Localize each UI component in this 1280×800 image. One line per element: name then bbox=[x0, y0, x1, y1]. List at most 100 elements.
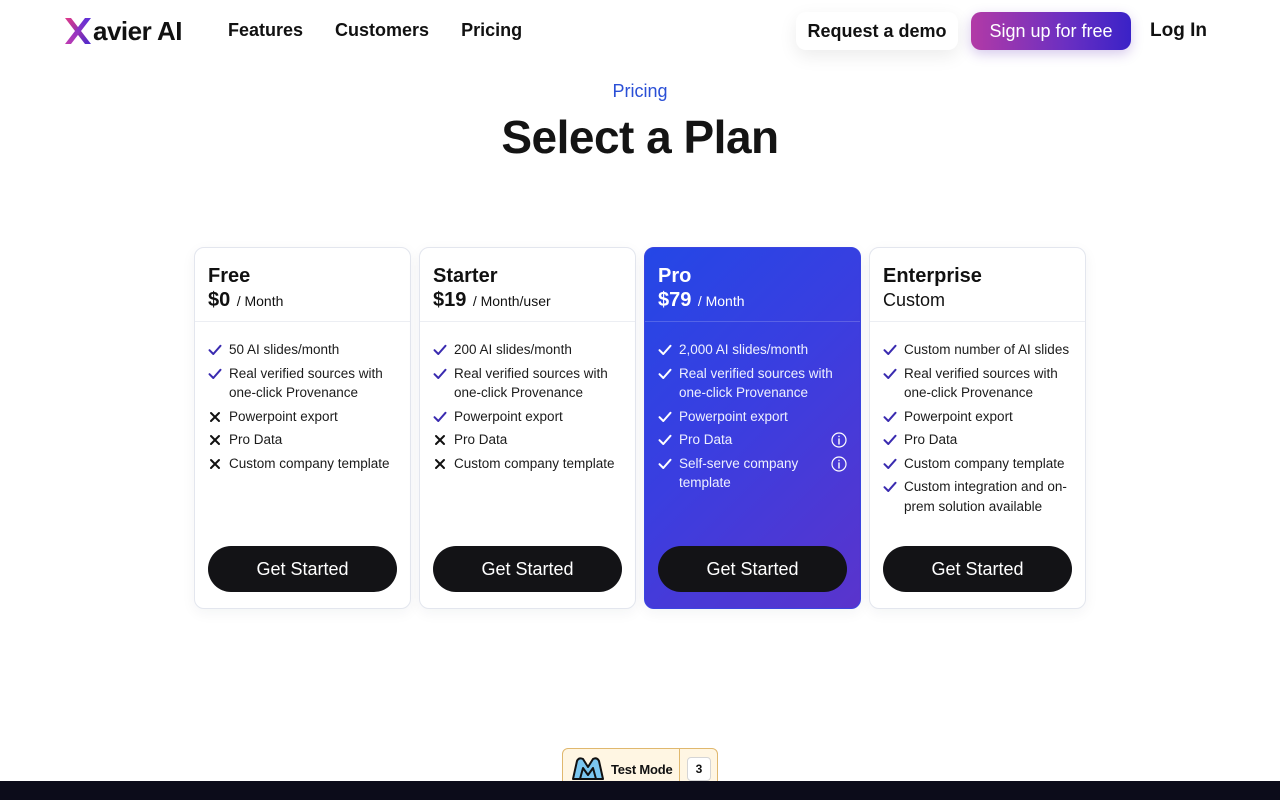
feature-text: 200 AI slides/month bbox=[454, 342, 572, 357]
feature-item: Pro Data bbox=[208, 430, 397, 450]
logo[interactable]: avier AI bbox=[64, 14, 182, 48]
feature-item: Powerpoint export bbox=[658, 407, 847, 427]
section-eyebrow: Pricing bbox=[612, 81, 668, 101]
feature-item: Custom company template bbox=[433, 454, 622, 474]
request-demo-button[interactable]: Request a demo bbox=[796, 12, 958, 50]
feature-item: Real verified sources with one-click Pro… bbox=[883, 364, 1072, 403]
feature-list: 200 AI slides/month Real verified sources… bbox=[420, 322, 635, 473]
mascot-logo-icon bbox=[572, 757, 604, 780]
page-title: Select a Plan bbox=[501, 111, 779, 163]
feature-item: Custom company template bbox=[883, 454, 1072, 474]
feature-text: Pro Data bbox=[904, 432, 958, 447]
price-amount: $0 bbox=[208, 289, 231, 311]
check-icon bbox=[658, 368, 672, 379]
feature-item: Pro Data bbox=[433, 430, 622, 450]
check-icon bbox=[883, 481, 897, 492]
feature-text: Powerpoint export bbox=[229, 408, 338, 424]
plan-card-header: Enterprise Custom bbox=[870, 248, 1085, 322]
plan-card-pro: Pro $79 / Month 2,000 AI slides/month Rea… bbox=[644, 247, 861, 609]
plan-card-header: Pro $79 / Month bbox=[645, 248, 860, 322]
price-unit: / Month/user bbox=[472, 293, 551, 309]
get-started-button[interactable]: Get Started bbox=[208, 546, 397, 592]
check-icon bbox=[883, 434, 897, 445]
feature-text: Powerpoint export bbox=[679, 408, 788, 424]
top-nav: avier AI Features Customers Pricing Requ… bbox=[0, 0, 1280, 64]
feature-text: Custom company template bbox=[454, 455, 615, 471]
plan-name: Free bbox=[208, 265, 251, 287]
plan-card-header: Starter $19 / Month/user bbox=[420, 248, 635, 322]
feature-text: Pro Data bbox=[229, 432, 283, 447]
price-unit: / Month bbox=[697, 293, 745, 309]
plan-price: $19 / Month/user bbox=[433, 288, 622, 314]
check-icon bbox=[883, 344, 897, 355]
price-custom: Custom bbox=[883, 290, 946, 310]
check-icon bbox=[433, 411, 447, 422]
price-amount: $19 bbox=[433, 289, 467, 311]
plan-price: Custom bbox=[883, 288, 1072, 314]
feature-item: Pro Data bbox=[883, 430, 1072, 450]
plan-name: Starter bbox=[433, 265, 498, 287]
feature-item: Self-serve company template bbox=[658, 454, 847, 493]
feature-text: Powerpoint export bbox=[904, 408, 1013, 424]
feature-text: Self-serve company template bbox=[679, 455, 799, 491]
price-unit: / Month bbox=[236, 293, 284, 309]
nav-link-customers[interactable]: Customers bbox=[335, 20, 429, 41]
cross-icon bbox=[210, 435, 220, 445]
feature-text: Pro Data bbox=[454, 432, 508, 447]
price-amount: $79 bbox=[658, 289, 692, 311]
check-icon bbox=[208, 368, 222, 379]
cross-icon bbox=[435, 458, 445, 469]
check-icon bbox=[658, 434, 672, 445]
feature-list: 50 AI slides/month Real verified sources … bbox=[195, 322, 410, 473]
info-icon[interactable] bbox=[831, 432, 847, 448]
feature-item: Powerpoint export bbox=[883, 407, 1072, 427]
feature-item: 200 AI slides/month bbox=[433, 340, 622, 360]
feature-text: 2,000 AI slides/month bbox=[679, 342, 809, 357]
plan-name: Enterprise bbox=[883, 265, 982, 287]
plan-card-free: Free $0 / Month 50 AI slides/month Real v… bbox=[194, 247, 411, 609]
get-started-button[interactable]: Get Started bbox=[433, 546, 622, 592]
feature-text: Real verified sources with one-click Pro… bbox=[229, 365, 383, 401]
feature-item: Custom company template bbox=[208, 454, 397, 474]
sign-up-button[interactable]: Sign up for free bbox=[971, 12, 1131, 50]
feature-item: Custom number of AI slides bbox=[883, 340, 1072, 360]
plan-card-starter: Starter $19 / Month/user 200 AI slides/m… bbox=[419, 247, 636, 609]
plan-card-enterprise: Enterprise Custom Custom number of AI sl… bbox=[869, 247, 1086, 609]
feature-text: Custom company template bbox=[904, 455, 1065, 471]
feature-text: Pro Data bbox=[679, 432, 733, 447]
plan-card-header: Free $0 / Month bbox=[195, 248, 410, 322]
logo-text: avier AI bbox=[93, 15, 182, 46]
check-icon bbox=[433, 344, 447, 355]
test-mode-count[interactable]: 3 bbox=[687, 757, 711, 781]
check-icon bbox=[883, 411, 897, 422]
check-icon bbox=[658, 458, 672, 469]
check-icon bbox=[658, 344, 672, 355]
cross-icon bbox=[210, 411, 220, 422]
footer-strip bbox=[0, 781, 1280, 800]
nav-link-features[interactable]: Features bbox=[228, 20, 303, 41]
info-icon[interactable] bbox=[831, 455, 847, 472]
feature-item: 2,000 AI slides/month bbox=[658, 340, 847, 360]
cross-icon bbox=[435, 435, 445, 445]
feature-text: Real verified sources with one-click Pro… bbox=[904, 365, 1058, 401]
get-started-button[interactable]: Get Started bbox=[883, 546, 1072, 592]
feature-item: Pro Data bbox=[658, 430, 847, 450]
nav-links: Features Customers Pricing bbox=[228, 20, 522, 41]
log-in-link[interactable]: Log In bbox=[1150, 20, 1207, 42]
feature-list: 2,000 AI slides/month Real verified sourc… bbox=[645, 322, 860, 493]
pricing-cards: Free $0 / Month 50 AI slides/month Real v… bbox=[194, 247, 1086, 609]
check-icon bbox=[208, 344, 222, 355]
get-started-button[interactable]: Get Started bbox=[658, 546, 847, 592]
check-icon bbox=[433, 368, 447, 379]
plan-name: Pro bbox=[658, 265, 692, 287]
check-icon bbox=[883, 458, 897, 469]
feature-list: Custom number of AI slides Real verified … bbox=[870, 322, 1085, 516]
plan-price: $0 / Month bbox=[208, 288, 397, 314]
feature-text: Real verified sources with one-click Pro… bbox=[454, 365, 608, 401]
nav-link-pricing[interactable]: Pricing bbox=[461, 20, 522, 41]
feature-item: Powerpoint export bbox=[208, 407, 397, 427]
check-icon bbox=[658, 411, 672, 422]
feature-item: Real verified sources with one-click Pro… bbox=[208, 364, 397, 403]
feature-item: Real verified sources with one-click Pro… bbox=[658, 364, 847, 403]
test-mode-label: Test Mode bbox=[611, 761, 673, 777]
